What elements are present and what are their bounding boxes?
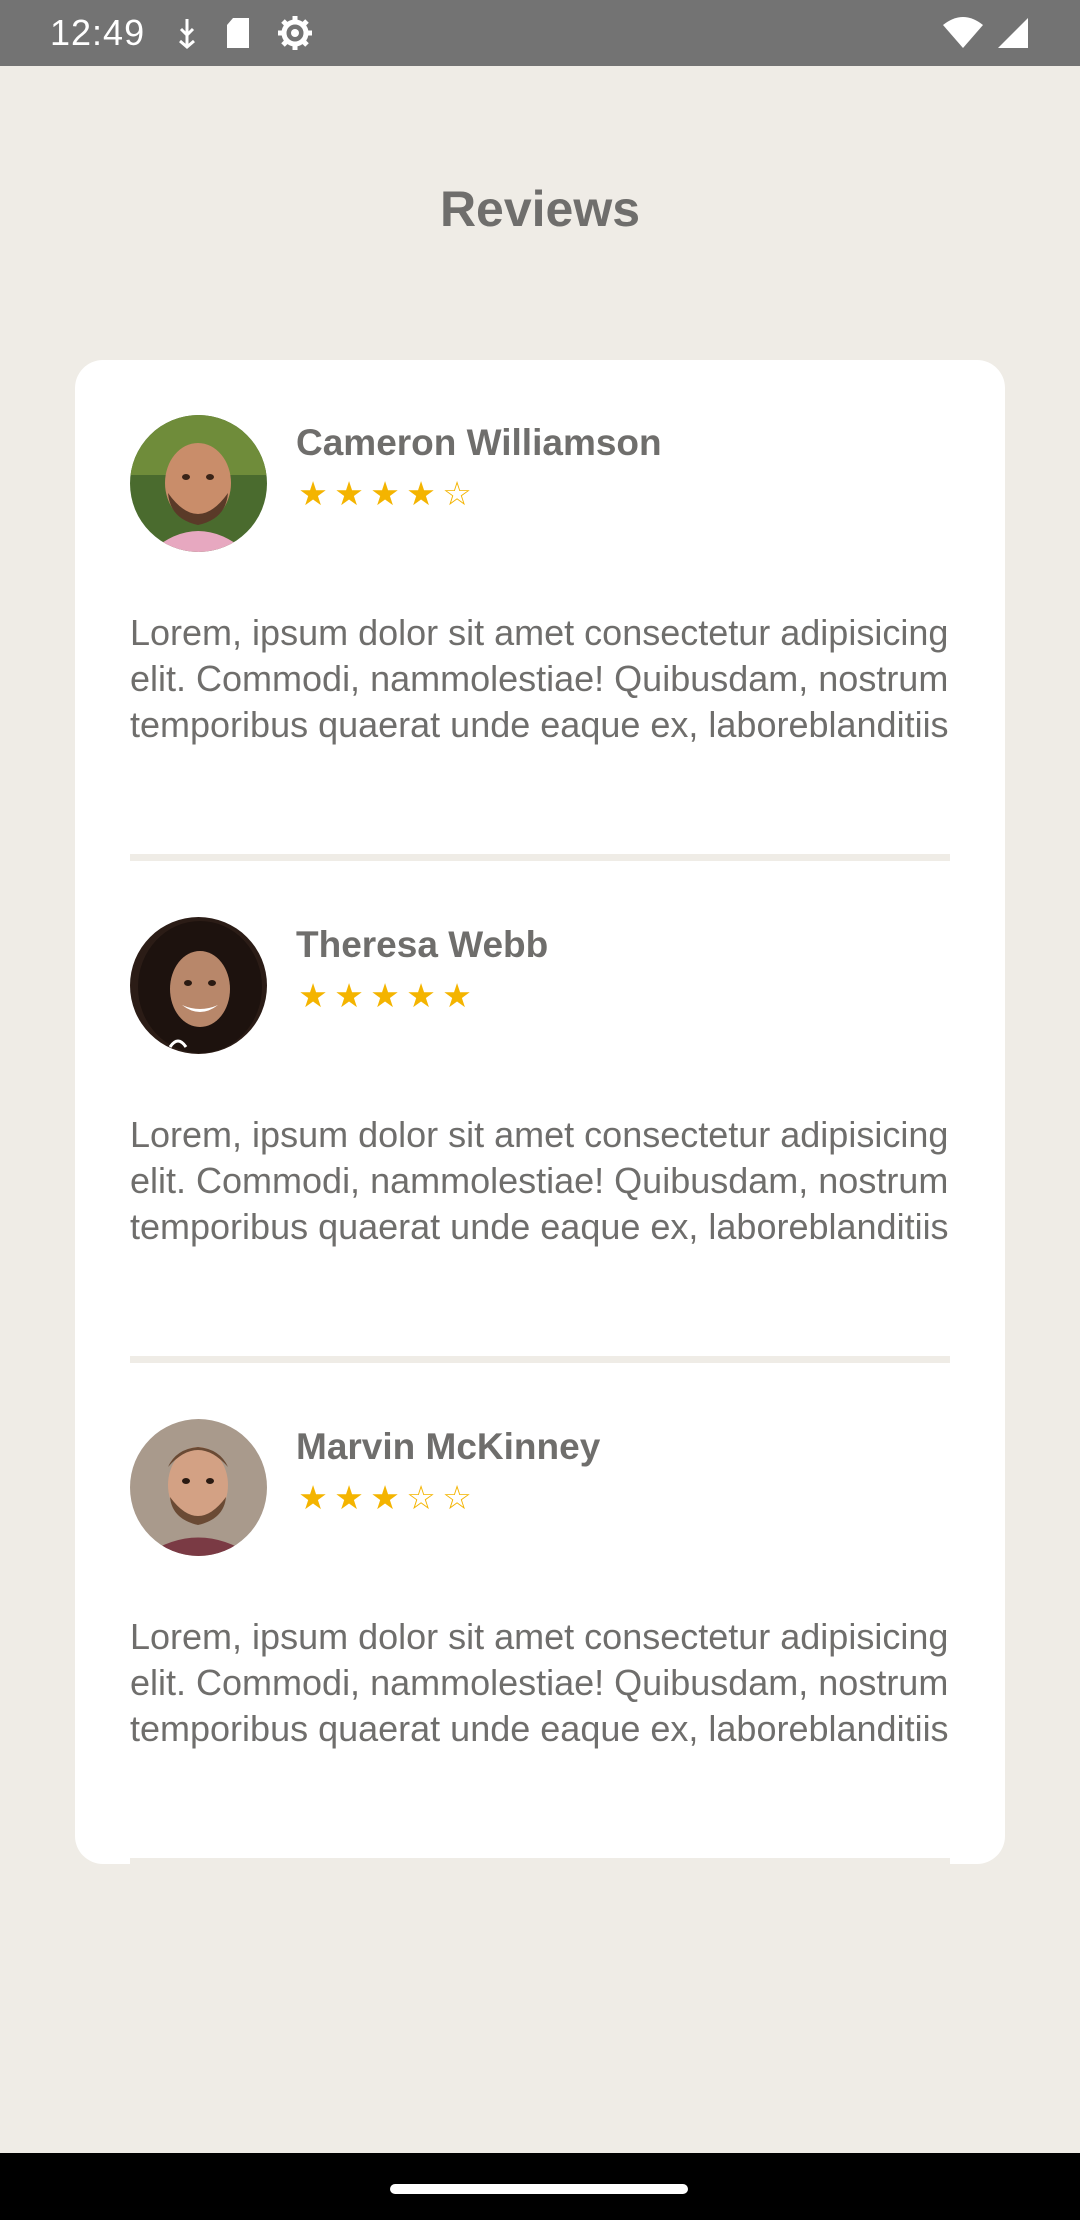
reviewer-name: Cameron Williamson <box>296 422 662 463</box>
star-icon: ★ <box>406 976 436 1015</box>
star-icon: ★ <box>298 1478 328 1517</box>
review-item: Theresa Webb ★ ★ ★ ★ ★ Lorem, ipsum dolo… <box>130 862 950 1364</box>
star-icon: ★ <box>442 976 472 1015</box>
avatar <box>130 917 267 1054</box>
review-text: Lorem, ipsum dolor sit amet consectetur … <box>130 1616 949 1749</box>
navigation-bar <box>0 2153 1080 2220</box>
review-text: Lorem, ipsum dolor sit amet consectetur … <box>130 1114 949 1247</box>
status-icons-right <box>942 17 1030 49</box>
star-icon: ★ <box>334 474 364 513</box>
review-item: Cameron Williamson ★ ★ ★ ★ ☆ Lorem, ipsu… <box>130 360 950 862</box>
star-rating: ★ ★ ★ ★ ☆ <box>296 474 474 513</box>
star-outline-icon: ☆ <box>442 474 472 513</box>
review-item: Marvin McKinney ★ ★ ★ ☆ ☆ Lorem, ipsum d… <box>130 1364 950 1864</box>
home-indicator[interactable] <box>390 2184 688 2194</box>
star-outline-icon: ☆ <box>406 1478 436 1517</box>
status-bar: 12:49 <box>0 0 1080 66</box>
star-icon: ★ <box>406 474 436 513</box>
wifi-icon <box>942 17 984 49</box>
reviewer-name: Marvin McKinney <box>296 1426 601 1467</box>
star-icon: ★ <box>334 976 364 1015</box>
star-icon: ★ <box>370 976 400 1015</box>
avatar <box>130 1419 267 1556</box>
star-icon: ★ <box>298 976 328 1015</box>
star-rating: ★ ★ ★ ★ ★ <box>296 976 474 1015</box>
signal-icon <box>996 17 1030 49</box>
usb-debug-icon <box>175 17 199 49</box>
status-time: 12:49 <box>50 12 146 53</box>
divider <box>130 854 950 861</box>
sd-card-icon <box>225 17 251 49</box>
status-icons-left <box>175 15 313 51</box>
settings-gear-icon <box>277 15 313 51</box>
divider <box>130 1356 950 1363</box>
divider <box>130 1858 950 1864</box>
star-rating: ★ ★ ★ ☆ ☆ <box>296 1478 474 1517</box>
star-icon: ★ <box>370 474 400 513</box>
star-outline-icon: ☆ <box>442 1478 472 1517</box>
review-text: Lorem, ipsum dolor sit amet consectetur … <box>130 612 949 745</box>
page-title: Reviews <box>439 181 641 237</box>
star-icon: ★ <box>370 1478 400 1517</box>
star-icon: ★ <box>298 474 328 513</box>
avatar <box>130 415 267 552</box>
star-icon: ★ <box>334 1478 364 1517</box>
reviews-card: Cameron Williamson ★ ★ ★ ★ ☆ Lorem, ipsu… <box>75 360 1005 1864</box>
reviewer-name: Theresa Webb <box>296 924 549 965</box>
